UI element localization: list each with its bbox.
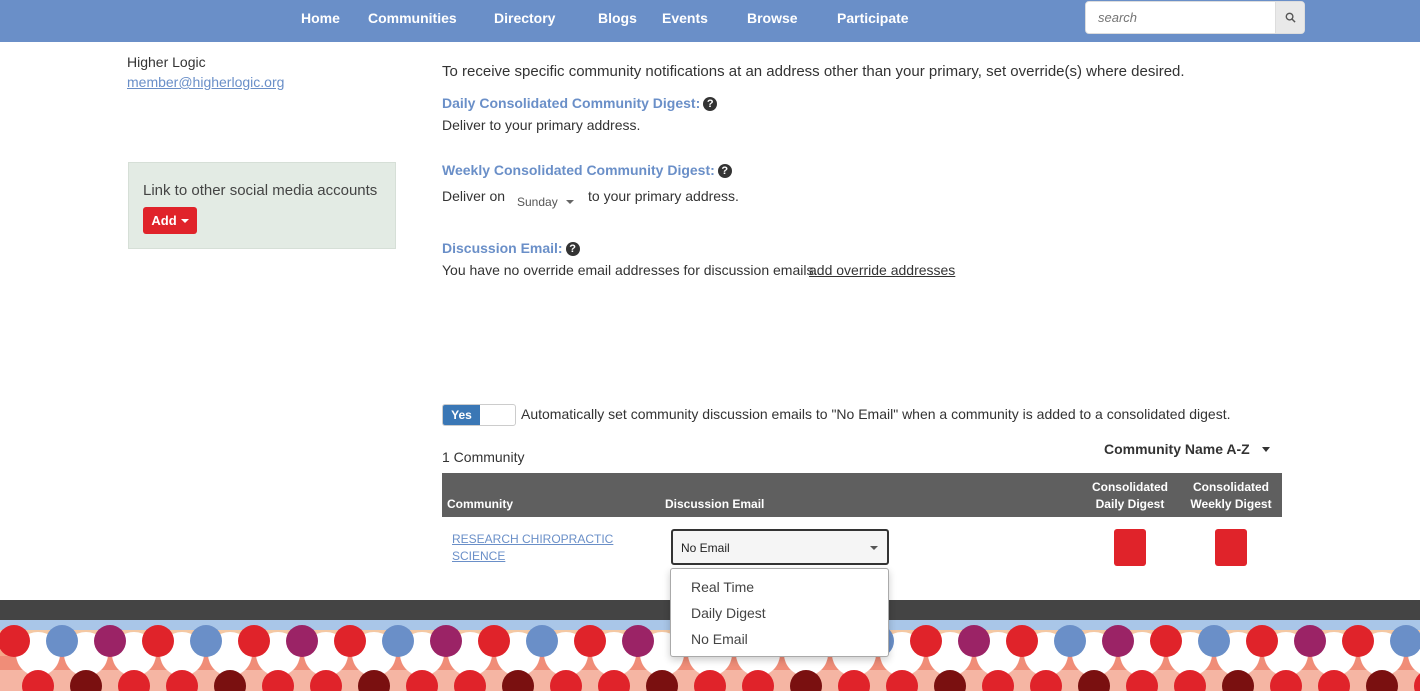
community-count: 1 Community [442, 449, 525, 465]
profile-name: Higher Logic [127, 54, 206, 70]
footer-dot [622, 625, 654, 657]
footer-dot [1342, 625, 1374, 657]
discussion-email-title: Discussion Email:? [442, 240, 580, 256]
search-input[interactable] [1086, 2, 1277, 33]
help-icon[interactable]: ? [703, 97, 718, 111]
toggle-description: Automatically set community discussion e… [521, 406, 1231, 422]
footer-dot [1150, 625, 1182, 657]
header-daily-line-2: Daily Digest [1095, 497, 1165, 511]
daily-digest-title-text: Daily Consolidated Community Digest: [442, 95, 701, 111]
header-daily-line-1: Consolidated [1091, 480, 1168, 494]
discussion-email-title-text: Discussion Email: [442, 240, 563, 256]
nav-directory[interactable]: Directory [494, 10, 555, 26]
help-icon[interactable]: ? [717, 164, 732, 178]
menu-item-real-time[interactable]: Real Time [671, 577, 888, 603]
community-link-line-2: SCIENCE [452, 549, 506, 563]
footer-dot [1006, 625, 1038, 657]
chevron-down-icon [565, 200, 574, 204]
sort-select[interactable]: Community Name A-Z [1104, 441, 1250, 457]
chevron-down-icon [870, 546, 878, 550]
discussion-email-menu: Real Time Daily Digest No Email [670, 568, 889, 657]
community-link[interactable]: RESEARCH CHIROPRACTIC SCIENCE [452, 531, 642, 565]
menu-item-no-email[interactable]: No Email [671, 629, 888, 655]
help-icon[interactable]: ? [565, 242, 580, 256]
nav-browse[interactable]: Browse [747, 10, 798, 26]
weekly-digest-title: Weekly Consolidated Community Digest:? [442, 162, 732, 178]
footer-dot [190, 625, 222, 657]
caret-down-icon[interactable] [1262, 447, 1270, 452]
footer-dot [1294, 625, 1326, 657]
weekly-deliver-prefix: Deliver on [442, 188, 506, 204]
footer-dot [238, 625, 270, 657]
weekday-select[interactable]: Sunday [517, 195, 574, 209]
header-daily-digest: Consolidated Daily Digest [1082, 479, 1178, 513]
footer-dot [958, 625, 990, 657]
intro-text: To receive specific community notificati… [442, 63, 1185, 80]
discussion-email-value: No Email [681, 541, 730, 555]
add-social-button[interactable]: Add [143, 207, 197, 234]
nav-blogs[interactable]: Blogs [598, 10, 637, 26]
weekly-digest-title-text: Weekly Consolidated Community Digest: [442, 162, 715, 178]
footer-dot [430, 625, 462, 657]
nav-home[interactable]: Home [301, 10, 340, 26]
discussion-email-text: You have no override email addresses for… [442, 262, 818, 278]
nav-events[interactable]: Events [662, 10, 708, 26]
header-discussion-email: Discussion Email [665, 497, 765, 511]
auto-no-email-toggle[interactable]: Yes [442, 404, 516, 426]
weekday-value: Sunday [517, 195, 558, 209]
footer-dot [1246, 625, 1278, 657]
top-nav: Home Communities Directory Blogs Events … [0, 0, 1420, 42]
footer-dot [478, 625, 510, 657]
social-media-panel: Link to other social media accounts Add [128, 162, 396, 249]
footer-dot [1054, 625, 1086, 657]
footer-dot [382, 625, 414, 657]
daily-digest-title: Daily Consolidated Community Digest:? [442, 95, 718, 111]
toggle-yes-label: Yes [443, 405, 480, 425]
search-button[interactable] [1275, 2, 1304, 33]
add-override-link[interactable]: add override addresses [809, 262, 955, 278]
footer-dot [1102, 625, 1134, 657]
footer-dot [142, 625, 174, 657]
header-weekly-line-2: Weekly Digest [1190, 497, 1272, 511]
add-button-label: Add [151, 213, 177, 228]
weekly-digest-checkbox[interactable] [1215, 529, 1247, 566]
footer-dot [334, 625, 366, 657]
search-box [1085, 1, 1305, 34]
footer-dot [910, 625, 942, 657]
profile-email-link[interactable]: member@higherlogic.org [127, 74, 284, 90]
footer-dot [94, 625, 126, 657]
discussion-email-select[interactable]: No Email [671, 529, 889, 565]
menu-item-daily-digest[interactable]: Daily Digest [671, 603, 888, 629]
daily-digest-text: Deliver to your primary address. [442, 117, 641, 133]
caret-down-icon [180, 218, 189, 223]
footer-dot [526, 625, 558, 657]
footer-dot [286, 625, 318, 657]
search-icon [1285, 12, 1296, 23]
header-weekly-digest: Consolidated Weekly Digest [1182, 479, 1280, 513]
table-header: Community Discussion Email Consolidated … [442, 473, 1282, 517]
social-media-text: Link to other social media accounts [143, 182, 378, 199]
daily-digest-checkbox[interactable] [1114, 529, 1146, 566]
header-weekly-line-1: Consolidated [1192, 480, 1269, 494]
community-link-line-1: RESEARCH CHIROPRACTIC [452, 532, 614, 546]
weekly-deliver-suffix: to your primary address. [588, 188, 739, 204]
footer-dot [46, 625, 78, 657]
nav-communities[interactable]: Communities [368, 10, 457, 26]
header-community: Community [447, 497, 513, 511]
nav-participate[interactable]: Participate [837, 10, 909, 26]
footer-dot [1198, 625, 1230, 657]
footer-dot [574, 625, 606, 657]
